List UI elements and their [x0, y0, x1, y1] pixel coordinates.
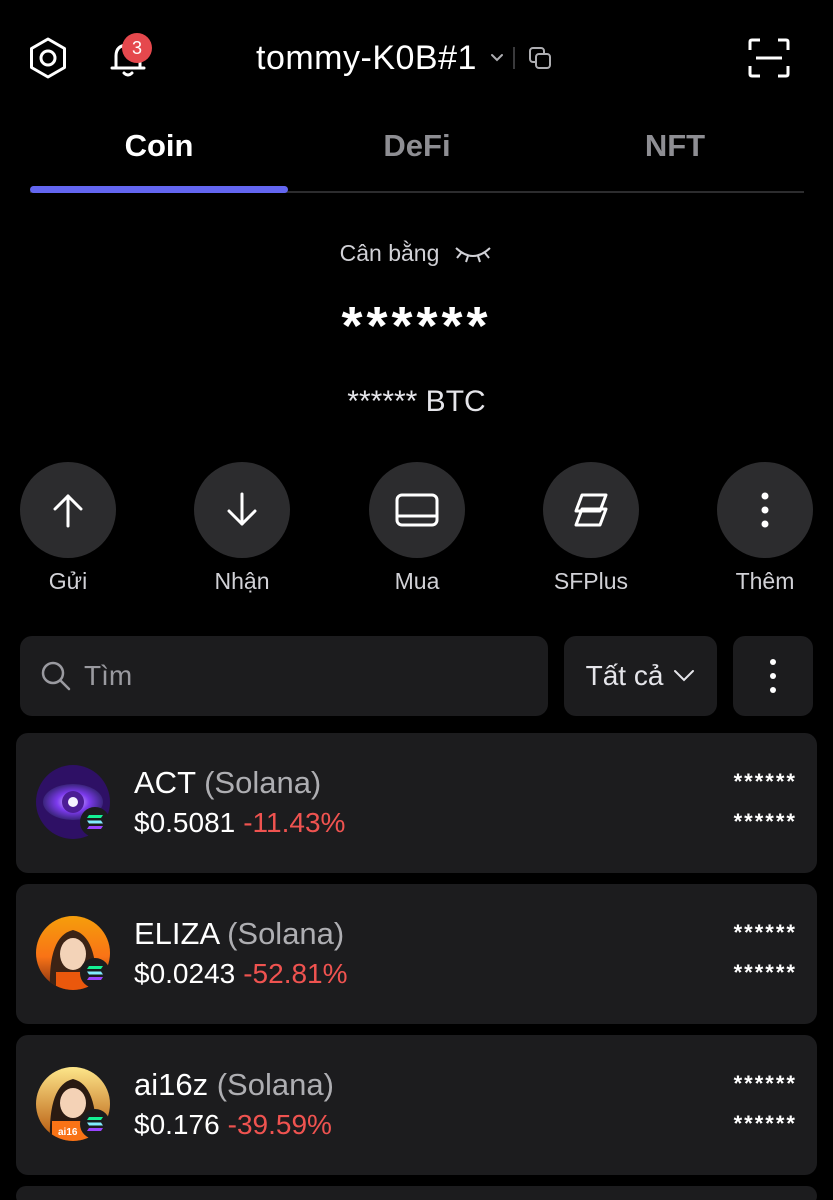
token-value: ******	[733, 1111, 797, 1136]
list-options-button[interactable]	[733, 636, 813, 716]
wallet-name: tommy-K0B#1	[256, 38, 477, 77]
token-name: ACT (Solana)	[134, 765, 321, 801]
send-button[interactable]: Gửi	[8, 462, 128, 595]
chevron-down-icon	[490, 54, 503, 62]
svg-text:ai16: ai16	[58, 1127, 78, 1138]
solana-icon	[80, 958, 110, 988]
sfplus-icon	[574, 493, 608, 527]
token-price-row: $0.0243 -52.81%	[134, 958, 348, 990]
token-holding: ******	[733, 1071, 797, 1096]
copy-icon[interactable]	[527, 45, 553, 71]
token-row-act[interactable]: ACT (Solana) $0.5081 -11.43% ****** *****…	[16, 733, 817, 873]
wallet-selector[interactable]: tommy-K0B#1	[256, 36, 553, 80]
token-row-next[interactable]	[16, 1186, 817, 1200]
token-row-eliza[interactable]: ELIZA (Solana) $0.0243 -52.81% ****** ***…	[16, 884, 817, 1024]
tab-defi[interactable]: DeFi	[288, 115, 546, 191]
token-price-row: $0.176 -39.59%	[134, 1109, 332, 1141]
filter-dropdown[interactable]: Tất cả	[564, 636, 717, 716]
receive-button[interactable]: Nhận	[182, 462, 302, 595]
token-price: $0.0243	[134, 958, 236, 989]
token-holding: ******	[733, 769, 797, 794]
search-input[interactable]: Tìm	[20, 636, 548, 716]
token-holding: ******	[733, 920, 797, 945]
solana-icon	[80, 1109, 110, 1139]
more-vertical-icon	[761, 492, 769, 528]
balance-value: ******	[341, 296, 492, 356]
token-value: ******	[733, 960, 797, 985]
balance-btc: ****** BTC	[347, 385, 486, 418]
balance-label: Cân bằng	[339, 240, 440, 266]
send-label: Gửi	[48, 568, 88, 594]
eye-closed-icon[interactable]	[453, 242, 493, 266]
top-bar: 3 tommy-K0B#1	[0, 0, 833, 115]
receive-label: Nhận	[214, 568, 270, 594]
settings-icon[interactable]	[26, 36, 70, 80]
token-symbol: ai16z	[134, 1067, 209, 1102]
chevron-down-icon	[674, 670, 695, 682]
solana-icon	[80, 807, 110, 837]
card-icon	[395, 493, 439, 527]
divider	[512, 47, 515, 69]
more-button[interactable]: Thêm	[705, 462, 825, 595]
sfplus-circle[interactable]	[543, 462, 639, 558]
token-symbol: ACT	[134, 765, 196, 800]
search-placeholder: Tìm	[84, 660, 133, 691]
tab-nft[interactable]: NFT	[546, 115, 804, 191]
token-value: ******	[733, 809, 797, 834]
balance-header: Cân bằng	[0, 240, 833, 267]
token-change: -11.43%	[243, 807, 346, 838]
token-price: $0.5081	[134, 807, 236, 838]
asset-tabs: Coin DeFi NFT	[30, 115, 804, 193]
tab-coin[interactable]: Coin	[30, 115, 288, 193]
buy-label: Mua	[394, 568, 440, 594]
token-name: ai16z (Solana)	[134, 1067, 334, 1103]
token-change: -52.81%	[243, 958, 348, 989]
token-price: $0.176	[134, 1109, 220, 1140]
more-label: Thêm	[735, 568, 795, 594]
notification-badge: 3	[122, 33, 152, 63]
filter-label: Tất cả	[585, 660, 664, 691]
arrow-down-icon	[227, 492, 257, 526]
token-network: (Solana)	[204, 765, 322, 800]
more-vertical-icon	[770, 659, 776, 693]
token-symbol: ELIZA	[134, 916, 219, 951]
token-name: ELIZA (Solana)	[134, 916, 344, 952]
action-row: Gửi Nhận Mua SFPlus Thêm	[0, 462, 833, 602]
more-circle[interactable]	[717, 462, 813, 558]
sfplus-button[interactable]: SFPlus	[531, 462, 651, 595]
buy-circle[interactable]	[369, 462, 465, 558]
receive-circle[interactable]	[194, 462, 290, 558]
token-network: (Solana)	[227, 916, 345, 951]
token-price-row: $0.5081 -11.43%	[134, 807, 345, 839]
token-row-ai16z[interactable]: ai16 ai16z (Solana) $0.176 -39.59% ******…	[16, 1035, 817, 1175]
token-network: (Solana)	[216, 1067, 334, 1102]
search-icon	[41, 661, 71, 691]
sfplus-label: SFPlus	[553, 568, 629, 594]
scan-icon[interactable]	[748, 38, 790, 78]
buy-button[interactable]: Mua	[357, 462, 477, 595]
token-change: -39.59%	[227, 1109, 332, 1140]
send-circle[interactable]	[20, 462, 116, 558]
arrow-up-icon	[53, 494, 83, 528]
